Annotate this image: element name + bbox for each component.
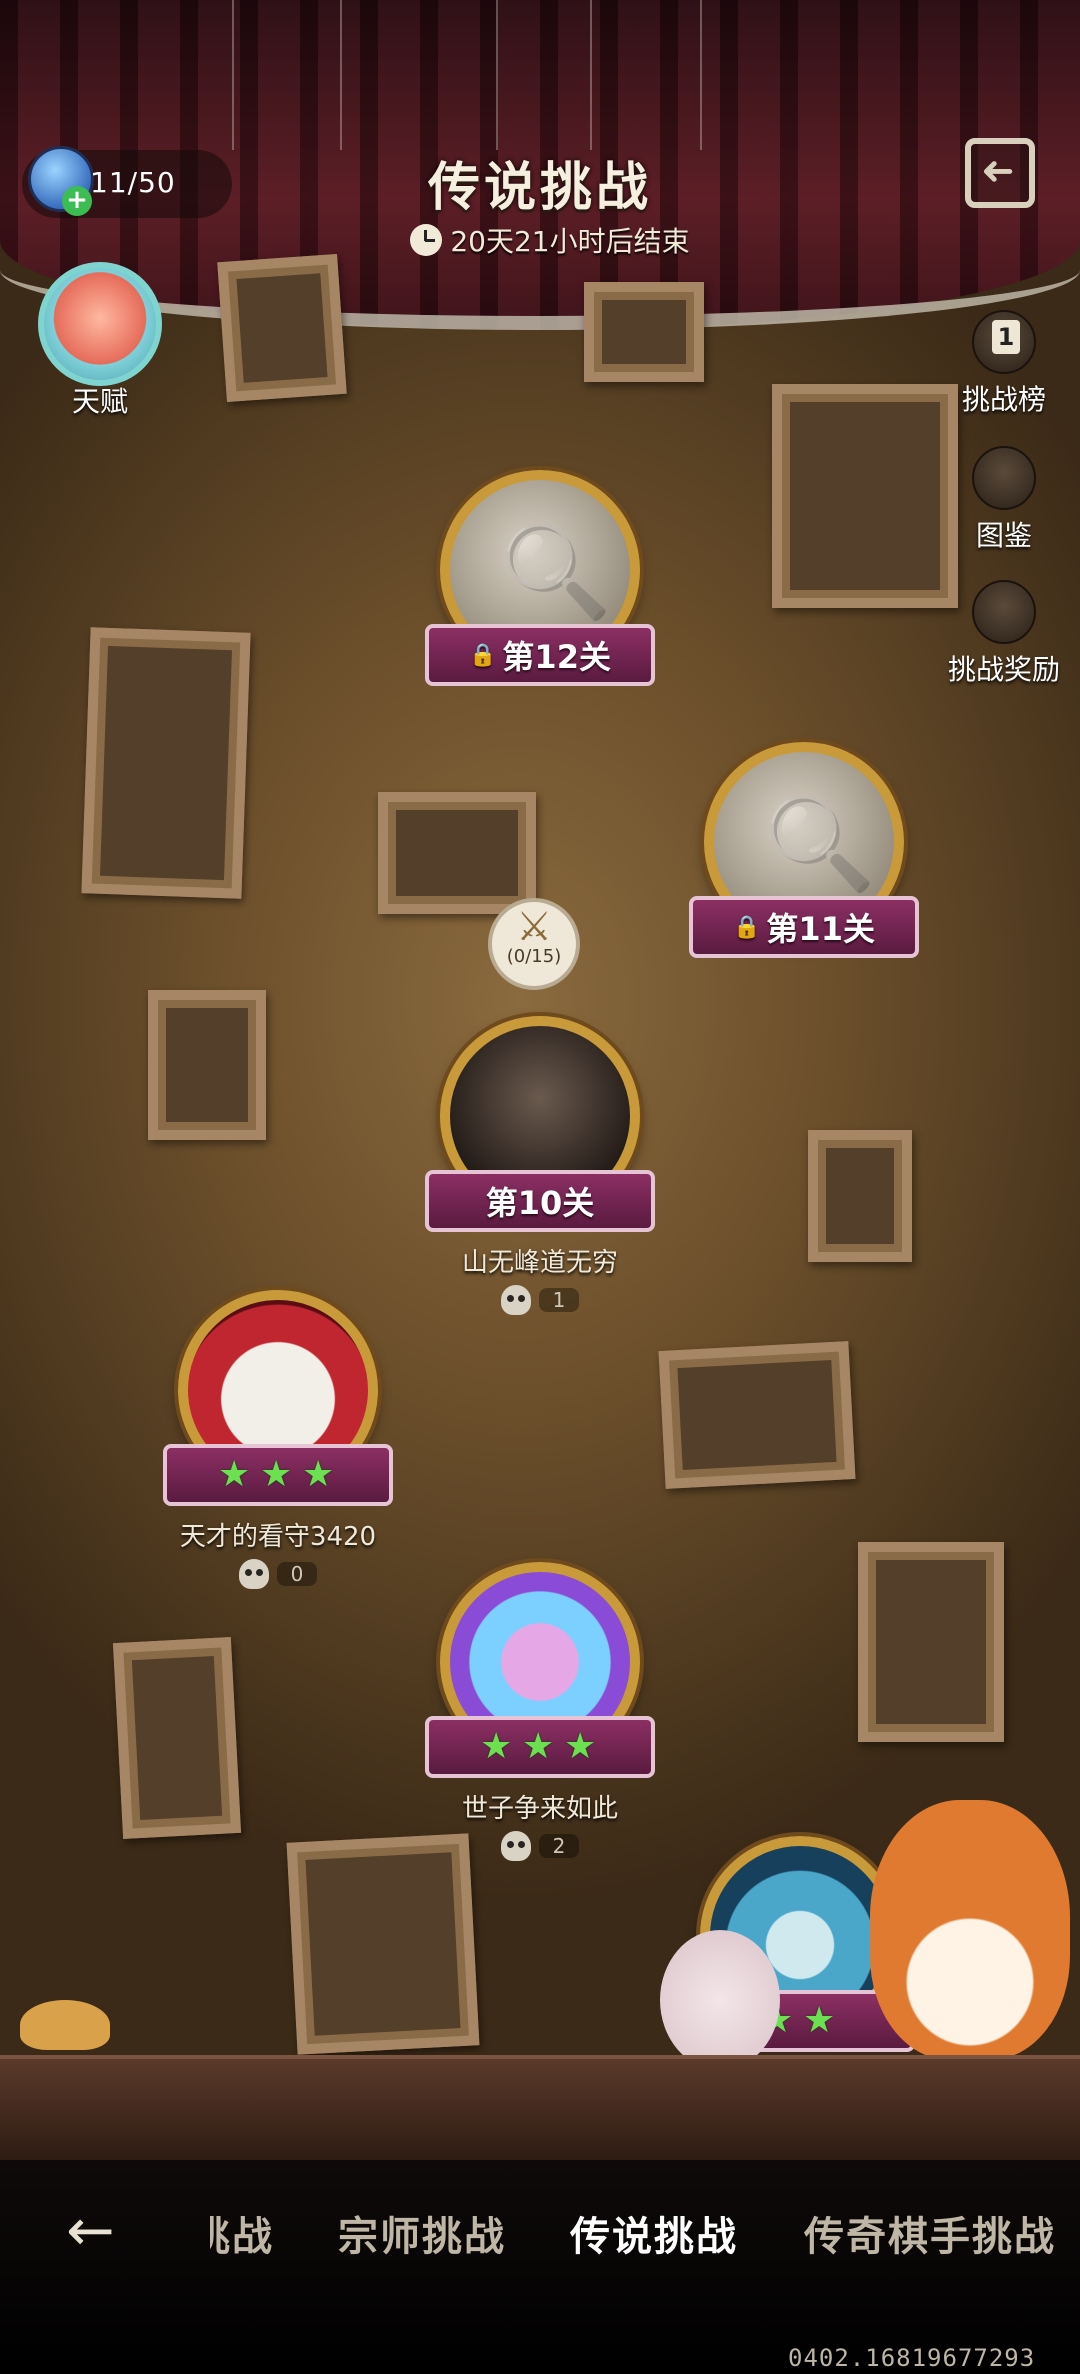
wall-photo xyxy=(148,990,266,1140)
bottom-nav-bar xyxy=(0,2160,1080,2374)
talent-avatar[interactable] xyxy=(38,262,162,386)
exit-button[interactable] xyxy=(965,138,1035,208)
star-icon: ★ xyxy=(302,1454,335,1495)
curtain-string xyxy=(496,0,498,150)
rewards-button[interactable]: 挑战奖励 xyxy=(934,580,1074,688)
page-title: 传说挑战 xyxy=(427,158,652,218)
challenge-progress-bubble[interactable]: ⚔ (0/15) xyxy=(488,898,580,990)
stage-label: 第11关 xyxy=(766,910,875,948)
codex-button[interactable]: 图鉴 xyxy=(934,446,1074,554)
death-counter: 1 xyxy=(420,1285,660,1315)
death-counter: 0 xyxy=(158,1559,398,1589)
build-id: 0402.16819677293 xyxy=(788,2344,1036,2372)
bunny-mascot xyxy=(660,1930,780,2070)
skull-icon xyxy=(500,1831,531,1861)
fox-mascot xyxy=(870,1800,1070,2060)
skull-icon xyxy=(500,1285,531,1315)
curtain-string xyxy=(340,0,342,150)
talent-label: 天赋 xyxy=(71,385,128,418)
bread-decoration xyxy=(20,2000,110,2050)
star-icon: ★ xyxy=(480,1726,513,1767)
stage-player-name: 世子争来如此 xyxy=(461,1794,618,1824)
tab-legend-challenge[interactable]: 传说挑战 xyxy=(570,2204,738,2262)
stage-ribbon: 第10关 xyxy=(425,1170,655,1232)
tab-legendary-player-challenge[interactable]: 传奇棋手挑战 xyxy=(804,2204,1056,2262)
rewards-label: 挑战奖励 xyxy=(947,653,1060,686)
leaderboard-button[interactable]: 1 挑战榜 xyxy=(934,310,1074,418)
wall-photo xyxy=(808,1130,912,1262)
stage-ribbon: ★ ★ ★ xyxy=(163,1444,393,1506)
stage-table xyxy=(0,2055,1080,2165)
lock-icon: 🔒 xyxy=(733,914,761,940)
curtain-string xyxy=(232,0,234,150)
death-count: 0 xyxy=(276,1562,318,1586)
stage-ribbon: ★ ★ ★ xyxy=(425,1716,655,1778)
wall-photo xyxy=(858,1542,1004,1742)
star-icon: ★ xyxy=(218,1454,251,1495)
wall-photo xyxy=(772,384,958,608)
lock-icon: 🔒 xyxy=(469,642,497,668)
back-arrow-icon[interactable]: ← xyxy=(66,2200,136,2260)
wall-photo xyxy=(658,1341,856,1489)
tab-master-challenge[interactable]: 宗师挑战 xyxy=(338,2204,506,2262)
stage-cleared-node[interactable]: ★ ★ ★ 天才的看守3420 0 xyxy=(158,1290,398,1589)
wall-photo xyxy=(378,792,536,914)
wall-photo xyxy=(81,627,251,899)
death-count: 1 xyxy=(538,1288,580,1312)
stage-ribbon: 🔒 第12关 xyxy=(425,624,655,686)
crossed-swords-icon: ⚔ xyxy=(516,904,552,950)
curtain-string xyxy=(590,0,592,150)
wall-photo xyxy=(217,253,347,403)
stage-label: 第12关 xyxy=(502,638,611,676)
gift-icon xyxy=(972,580,1036,644)
codex-label: 图鉴 xyxy=(975,519,1032,552)
stage-12-node[interactable]: 🔒 第12关 xyxy=(420,470,660,686)
challenge-count: (0/15) xyxy=(506,946,562,967)
tab-challenge[interactable]: 挑战 xyxy=(210,2204,274,2262)
star-icon: ★ xyxy=(522,1726,555,1767)
add-stamina-icon[interactable]: + xyxy=(62,186,92,216)
stage-10-node[interactable]: 第10关 山无峰道无穷 1 xyxy=(420,1016,660,1315)
stage-ribbon: 🔒 第11关 xyxy=(689,896,919,958)
wall-photo xyxy=(112,1637,242,1839)
star-icon: ★ xyxy=(564,1726,597,1767)
leaderboard-badge: 1 xyxy=(992,320,1020,354)
clock-icon xyxy=(410,224,443,256)
timer-text: 20天21小时后结束 xyxy=(450,225,690,258)
death-count: 2 xyxy=(538,1834,580,1858)
star-icon: ★ xyxy=(803,2000,836,2041)
trophy-icon: 1 xyxy=(972,310,1036,374)
stage-player-name: 山无峰道无穷 xyxy=(461,1248,618,1278)
skull-icon xyxy=(238,1559,269,1589)
star-icon: ★ xyxy=(260,1454,293,1495)
death-counter: 2 xyxy=(420,1831,660,1861)
stage-cleared-node[interactable]: ★ ★ ★ 世子争来如此 2 xyxy=(420,1562,660,1861)
wall-photo xyxy=(286,1833,480,2055)
stamina-count: 11/50 xyxy=(90,166,176,199)
stage-player-name: 天才的看守3420 xyxy=(179,1522,377,1552)
stage-11-node[interactable]: 🔒 第11关 xyxy=(684,742,924,958)
curtain-string xyxy=(700,0,702,150)
wall-photo xyxy=(584,282,704,382)
stage-label: 第10关 xyxy=(485,1184,595,1222)
books-icon xyxy=(972,446,1036,510)
event-timer: 20天21小时后结束 xyxy=(390,220,710,260)
leaderboard-label: 挑战榜 xyxy=(961,383,1046,416)
